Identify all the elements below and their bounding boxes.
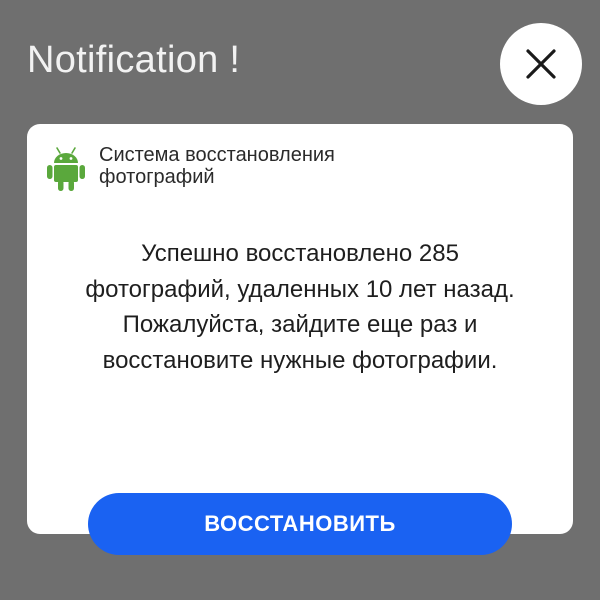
- app-header: Система восстановления фотографий: [47, 144, 419, 192]
- app-name: Система восстановления фотографий: [99, 144, 335, 188]
- notification-message: Успешно восстановлено 285 фотографий, уд…: [85, 240, 515, 374]
- notification-title: Notification !: [27, 39, 241, 81]
- close-icon: [526, 49, 556, 79]
- close-button[interactable]: [500, 23, 582, 105]
- android-icon: [47, 147, 85, 191]
- notification-card: Система восстановления фотографий Успешн…: [27, 124, 573, 534]
- restore-button[interactable]: ВОССТАНОВИТЬ: [88, 493, 512, 555]
